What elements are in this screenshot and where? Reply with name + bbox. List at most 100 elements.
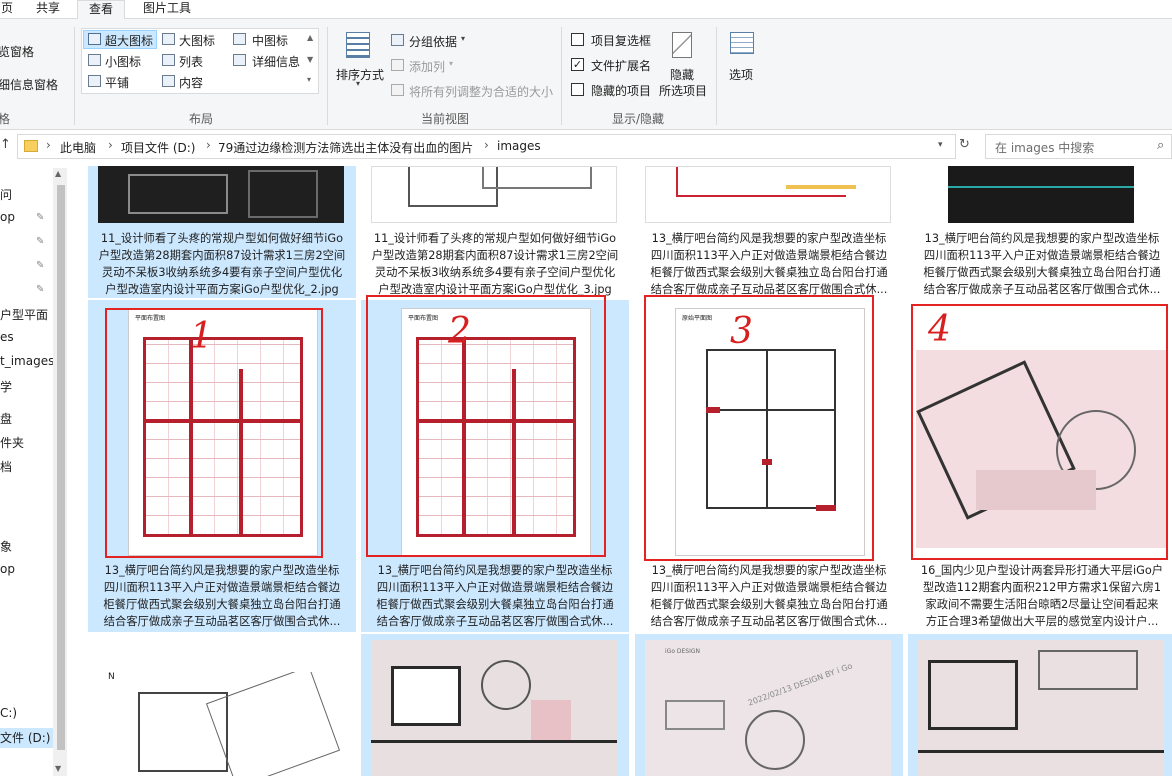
details-pane-button[interactable]: 细信息窗格 [0, 76, 58, 93]
add-columns-button[interactable]: 添加列 [409, 58, 445, 75]
file-item[interactable] [908, 634, 1172, 776]
file-view: 11_设计师看了头疼的常规户型如何做好细节iGo 户型改造第28期套内面积87设计… [70, 166, 1172, 776]
layout-extra-large-icons[interactable]: 超大图标 [105, 32, 153, 49]
size-all-columns-button[interactable]: 将所有列调整为合适的大小 [409, 83, 553, 100]
file-name: 11_设计师看了头疼的常规户型如何做好细节iGo 户型改造第28期套内面积87设计… [371, 232, 619, 296]
pin-icon: ✎ [36, 212, 45, 223]
layout-scroll-up-icon[interactable]: ▲ [307, 33, 313, 42]
show-hide-group-label: 显示/隐藏 [612, 112, 665, 126]
preview-pane-button[interactable]: 览窗格 [0, 43, 34, 60]
group-by-button[interactable]: 分组依据 [409, 33, 457, 50]
up-arrow-icon[interactable]: ↑ [0, 137, 11, 152]
address-dropdown-icon[interactable]: ▾ [938, 140, 943, 150]
thumbnail-render [371, 640, 617, 776]
address-bar[interactable]: › 此电脑 › 项目文件 (D:) › 79通过边缘检测方法筛选出主体没有出血的… [17, 134, 956, 159]
divider [74, 27, 75, 125]
item-checkboxes-checkbox[interactable] [571, 33, 584, 46]
annotation-box-3 [644, 295, 874, 561]
nav-item[interactable]: 学 [0, 378, 12, 395]
layout-small-icons[interactable]: 小图标 [105, 53, 141, 70]
thumbnail-floor-plan: N [98, 672, 344, 776]
ribbon: 览窗格 细信息窗格 格 超大图标 大图标 中图标 小图标 列表 详细信息 平铺 … [0, 19, 1172, 130]
nav-item[interactable]: 问 [0, 186, 12, 203]
file-extensions-checkbox[interactable]: ✓ [571, 58, 584, 71]
address-bar-row: ↑ › 此电脑 › 项目文件 (D:) › 79通过边缘检测方法筛选出主体没有出… [0, 134, 1172, 160]
group-by-icon [391, 34, 404, 46]
item-checkboxes-label: 项目复选框 [591, 34, 652, 48]
nav-scrollbar-thumb[interactable] [57, 185, 65, 750]
nav-scroll-down-icon[interactable]: ▼ [55, 764, 61, 773]
refresh-icon[interactable]: ↻ [959, 137, 970, 152]
thumbnail-image [98, 166, 344, 223]
layout-scroll-down-icon[interactable]: ▼ [307, 55, 313, 64]
extra-large-icons-icon [88, 33, 101, 45]
search-input[interactable]: 在 images 中搜索 [995, 139, 1094, 156]
hidden-items-checkbox[interactable] [571, 83, 584, 96]
sort-by-chevron-icon: ▾ [356, 79, 361, 88]
divider [327, 27, 328, 125]
add-columns-chevron-icon: ▾ [449, 59, 454, 68]
layout-group-label: 布局 [189, 112, 214, 126]
annotation-number-3: 3 [730, 311, 753, 352]
tab-picture-tools[interactable]: 图片工具 [134, 0, 200, 19]
file-item[interactable]: 11_设计师看了头疼的常规户型如何做好细节iGo 户型改造第28期套内面积87设计… [361, 166, 629, 298]
breadcrumb-chevron-icon: › [484, 138, 489, 152]
breadcrumb-drive-d[interactable]: 项目文件 (D:) [121, 139, 195, 156]
layout-details[interactable]: 详细信息 [252, 53, 300, 70]
file-item[interactable]: 11_设计师看了头疼的常规户型如何做好细节iGo 户型改造第28期套内面积87设计… [88, 166, 356, 298]
thumbnail-render [918, 640, 1164, 776]
content-icon [162, 75, 175, 87]
annotation-number-2: 2 [448, 311, 471, 352]
nav-item[interactable]: 户型平面 [0, 306, 48, 323]
options-icon [730, 32, 754, 54]
thumbnail-image [645, 166, 891, 223]
pane-group-label: 格 [0, 112, 11, 126]
nav-item[interactable]: 象 [0, 538, 12, 555]
thumbnail-image [371, 166, 617, 223]
nav-item[interactable]: op [0, 562, 15, 576]
file-item[interactable]: 13_横厅吧台简约风是我想要的家户型改造坐标 四川面积113平入户正对做造景端景柜… [908, 166, 1172, 298]
breadcrumb-project-folder[interactable]: 79通过边缘检测方法筛选出主体没有出血的图片 [218, 139, 473, 156]
hide-selected-label-1[interactable]: 隐藏 [670, 66, 694, 83]
hide-selected-icon [672, 32, 692, 58]
list-icon [162, 54, 175, 66]
nav-item[interactable]: es [0, 330, 14, 344]
nav-item[interactable]: op [0, 210, 15, 224]
breadcrumb-chevron-icon: › [108, 138, 113, 152]
file-item[interactable]: 13_横厅吧台简约风是我想要的家户型改造坐标 四川面积113平入户正对做造景端景柜… [635, 166, 903, 298]
nav-item-drive-c[interactable]: C:) [0, 706, 17, 720]
group-by-chevron-icon: ▾ [461, 34, 466, 43]
details-icon [233, 54, 246, 66]
nav-item-drive-d[interactable]: 文件 (D:) [0, 728, 53, 748]
options-button[interactable]: 选项 [729, 66, 753, 83]
nav-scroll-up-icon[interactable]: ▲ [55, 169, 61, 178]
layout-expand-icon[interactable]: ▾ [307, 75, 311, 84]
add-columns-icon [391, 59, 404, 71]
file-item[interactable]: N [88, 634, 356, 776]
nav-item[interactable]: 档 [0, 458, 12, 475]
layout-content[interactable]: 内容 [179, 74, 203, 91]
size-columns-icon [391, 84, 404, 96]
nav-item[interactable]: 盘 [0, 410, 12, 427]
file-name: 11_设计师看了头疼的常规户型如何做好细节iGo 户型改造第28期套内面积87设计… [98, 232, 346, 296]
tab-home[interactable]: 页 [0, 0, 14, 19]
file-item[interactable]: iGo DESIGN 2022/02/13 DESIGN BY i Go [635, 634, 903, 776]
breadcrumb-images[interactable]: images [497, 139, 541, 153]
file-item[interactable] [361, 634, 629, 776]
annotation-number-1: 1 [190, 316, 213, 357]
breadcrumb-this-pc[interactable]: 此电脑 [60, 139, 96, 156]
nav-item[interactable]: t_images [0, 354, 54, 368]
layout-large-icons[interactable]: 大图标 [179, 32, 215, 49]
nav-item[interactable]: 件夹 [0, 434, 24, 451]
layout-tiles[interactable]: 平铺 [105, 74, 129, 91]
breadcrumb-chevron-icon: › [206, 138, 211, 152]
layout-medium-icons[interactable]: 中图标 [252, 32, 288, 49]
search-box[interactable]: 在 images 中搜索 ⌕ [985, 134, 1172, 159]
layout-list[interactable]: 列表 [179, 53, 203, 70]
search-icon: ⌕ [1157, 138, 1165, 153]
hide-selected-label-2[interactable]: 所选项目 [659, 82, 707, 99]
file-name: 16_国内少见户型设计两套异形打通大平层iGo户 型改造112期套内面积212甲方… [920, 564, 1164, 628]
tab-view[interactable]: 查看 [77, 0, 125, 20]
hidden-items-label: 隐藏的项目 [591, 84, 652, 98]
tab-share[interactable]: 共享 [28, 0, 68, 19]
